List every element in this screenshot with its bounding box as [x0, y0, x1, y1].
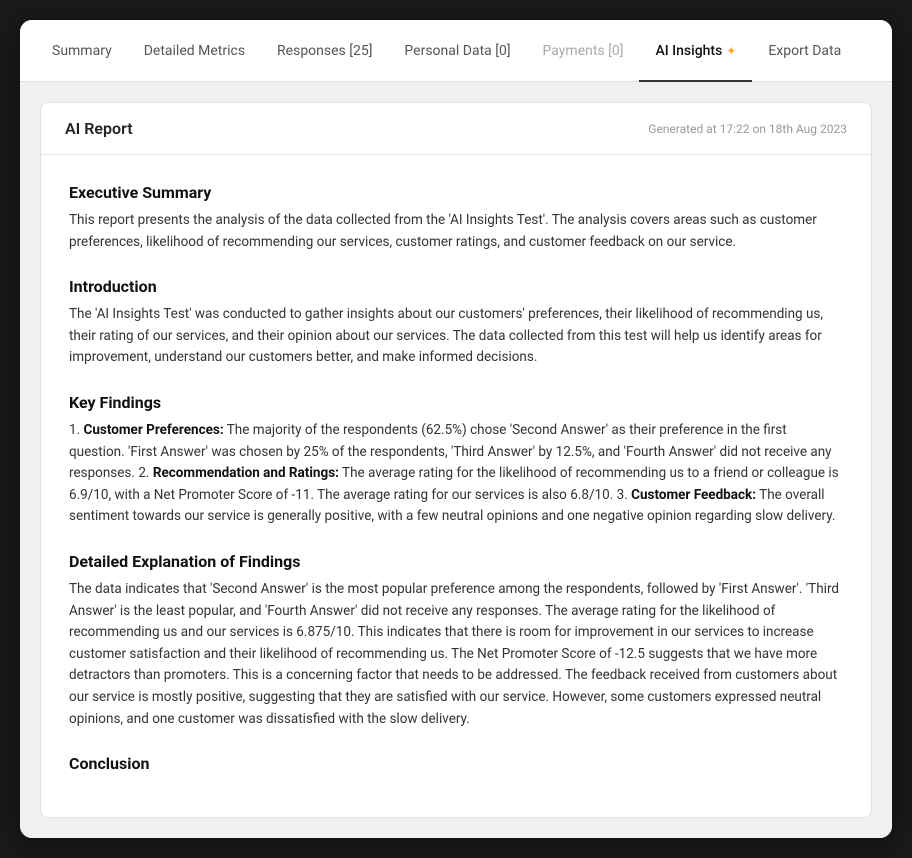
report-body: Executive Summary This report presents th… — [41, 155, 871, 817]
bold-text: Recommendation and Ratings: — [153, 465, 339, 481]
section-heading-detailed-explanation: Detailed Explanation of Findings — [69, 552, 843, 571]
section-heading-conclusion: Conclusion — [69, 754, 843, 773]
report-title: AI Report — [65, 119, 133, 138]
section-text-key-findings: 1. Customer Preferences: The majority of… — [69, 420, 843, 528]
tab-summary[interactable]: Summary — [36, 20, 128, 82]
tab-label-ai-insights: AI Insights — [655, 43, 722, 59]
section-text-executive-summary: This report presents the analysis of the… — [69, 210, 843, 253]
report-header: AI Report Generated at 17:22 on 18th Aug… — [41, 103, 871, 155]
bold-text: Customer Preferences: — [84, 422, 224, 438]
section-conclusion: Conclusion — [69, 754, 843, 773]
bold-text: Customer Feedback: — [631, 487, 756, 503]
report-card: AI Report Generated at 17:22 on 18th Aug… — [40, 102, 872, 818]
tab-label-export-data: Export Data — [768, 43, 841, 59]
main-content: AI Report Generated at 17:22 on 18th Aug… — [20, 82, 892, 838]
section-text-detailed-explanation: The data indicates that 'Second Answer' … — [69, 579, 843, 730]
tab-label-responses: Responses [25] — [277, 43, 372, 59]
tab-label-detailed-metrics: Detailed Metrics — [144, 43, 245, 59]
section-heading-introduction: Introduction — [69, 277, 843, 296]
tab-responses[interactable]: Responses [25] — [261, 20, 388, 82]
app-window: Summary Detailed Metrics Responses [25] Per… — [20, 20, 892, 838]
tab-bar: Summary Detailed Metrics Responses [25] Per… — [20, 20, 892, 82]
tab-label-personal-data: Personal Data [0] — [404, 43, 510, 59]
section-detailed-explanation: Detailed Explanation of Findings The data… — [69, 552, 843, 730]
section-key-findings: Key Findings 1. Customer Preferences: The… — [69, 393, 843, 528]
tab-label-payments: Payments [0] — [543, 43, 624, 59]
section-heading-key-findings: Key Findings — [69, 393, 843, 412]
report-timestamp: Generated at 17:22 on 18th Aug 2023 — [648, 122, 847, 136]
tab-label-summary: Summary — [52, 43, 112, 59]
section-executive-summary: Executive Summary This report presents th… — [69, 183, 843, 253]
section-heading-executive-summary: Executive Summary — [69, 183, 843, 202]
section-introduction: Introduction The 'AI Insights Test' was c… — [69, 277, 843, 369]
tab-personal-data[interactable]: Personal Data [0] — [388, 20, 526, 82]
tab-export-data[interactable]: Export Data — [752, 20, 857, 82]
star-icon: ✦ — [726, 44, 736, 58]
section-text-introduction: The 'AI Insights Test' was conducted to … — [69, 304, 843, 369]
tab-detailed-metrics[interactable]: Detailed Metrics — [128, 20, 261, 82]
tab-payments: Payments [0] — [527, 20, 640, 82]
tab-ai-insights[interactable]: AI Insights ✦ — [639, 20, 752, 82]
